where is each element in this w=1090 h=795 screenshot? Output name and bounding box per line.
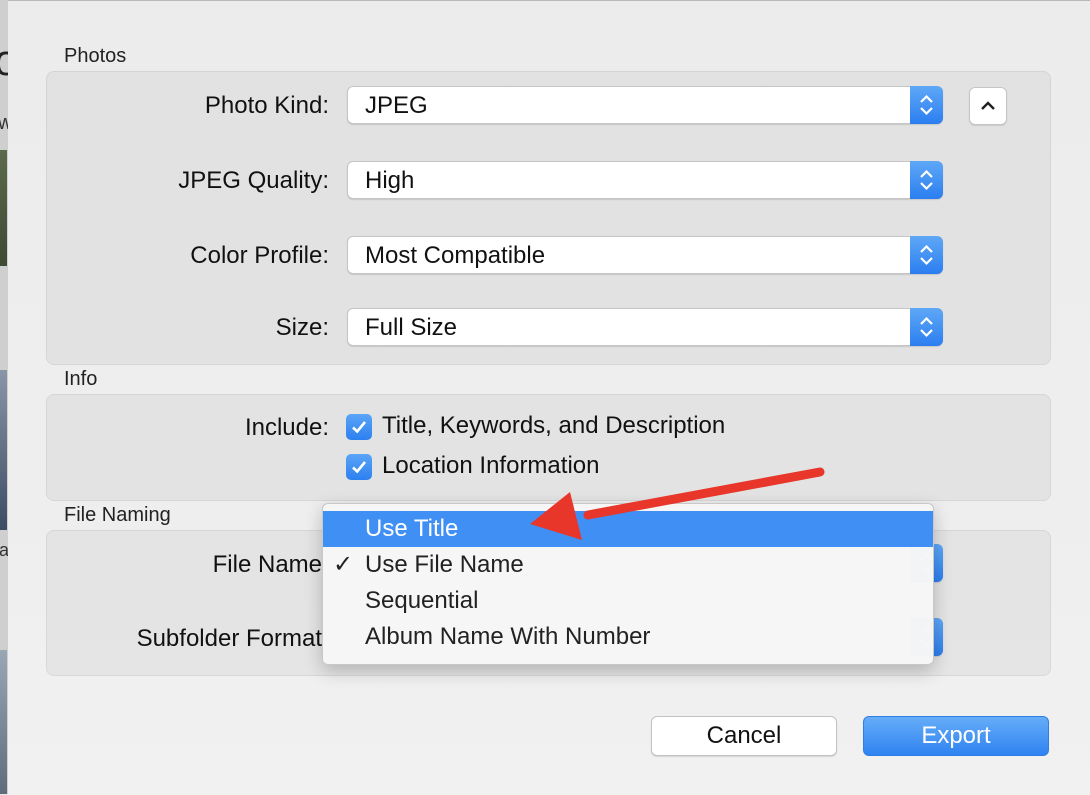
color-profile-value: Most Compatible <box>365 242 546 269</box>
size-label: Size: <box>275 314 329 341</box>
size-value: Full Size <box>365 314 458 341</box>
menu-item-sequential[interactable]: Sequential <box>323 583 933 619</box>
checkbox-checked-icon <box>346 414 372 440</box>
include-label: Include: <box>244 414 329 441</box>
photo-kind-popup[interactable]: JPEG <box>347 86 943 124</box>
cancel-button[interactable]: Cancel <box>651 716 837 756</box>
checkbox-label: Location Information <box>382 452 600 479</box>
menu-item-label: Use File Name <box>365 551 524 578</box>
export-button[interactable]: Export <box>863 716 1049 756</box>
export-dialog: Photos Photo Kind: JPEG JPEG Quality: Hi… <box>8 0 1090 795</box>
checkbox-checked-icon <box>346 454 372 480</box>
popup-stepper-icon <box>910 308 943 346</box>
file-name-label: File Name <box>212 551 322 578</box>
checkbox-label: Title, Keywords, and Description <box>382 412 726 439</box>
menu-item-label: Album Name With Number <box>365 623 651 650</box>
info-group <box>46 394 1051 501</box>
menu-item-use-file-name[interactable]: ✓ Use File Name <box>323 547 933 583</box>
menu-item-label: Sequential <box>365 587 479 614</box>
photo-kind-value: JPEG <box>365 92 428 119</box>
menu-item-use-title[interactable]: Use Title <box>323 511 933 547</box>
chevron-up-icon <box>981 101 995 110</box>
collapse-options-button[interactable] <box>969 87 1007 125</box>
color-profile-label: Color Profile: <box>190 242 329 269</box>
popup-stepper-icon <box>910 161 943 199</box>
menu-item-album-name-with-number[interactable]: Album Name With Number <box>323 619 933 655</box>
photos-section-title: Photos <box>64 45 127 67</box>
jpeg-quality-value: High <box>365 167 415 194</box>
photo-kind-label: Photo Kind: <box>204 92 329 119</box>
info-section-title: Info <box>64 368 98 390</box>
size-popup[interactable]: Full Size <box>347 308 943 346</box>
checkmark-icon: ✓ <box>333 551 354 578</box>
jpeg-quality-popup[interactable]: High <box>347 161 943 199</box>
file-name-dropdown-menu: Use Title ✓ Use File Name Sequential Alb… <box>322 503 934 665</box>
popup-stepper-icon <box>910 236 943 274</box>
background-photo-thumbnail <box>0 150 7 266</box>
popup-stepper-icon <box>910 86 943 124</box>
subfolder-format-label: Subfolder Format <box>136 625 322 652</box>
background-window-edge: o w a <box>0 0 18 794</box>
background-photo-thumbnail <box>0 650 7 794</box>
color-profile-popup[interactable]: Most Compatible <box>347 236 943 274</box>
file-naming-section-title: File Naming <box>64 504 171 526</box>
menu-item-label: Use Title <box>365 515 459 542</box>
jpeg-quality-label: JPEG Quality: <box>178 167 329 194</box>
background-photo-thumbnail <box>0 370 7 530</box>
